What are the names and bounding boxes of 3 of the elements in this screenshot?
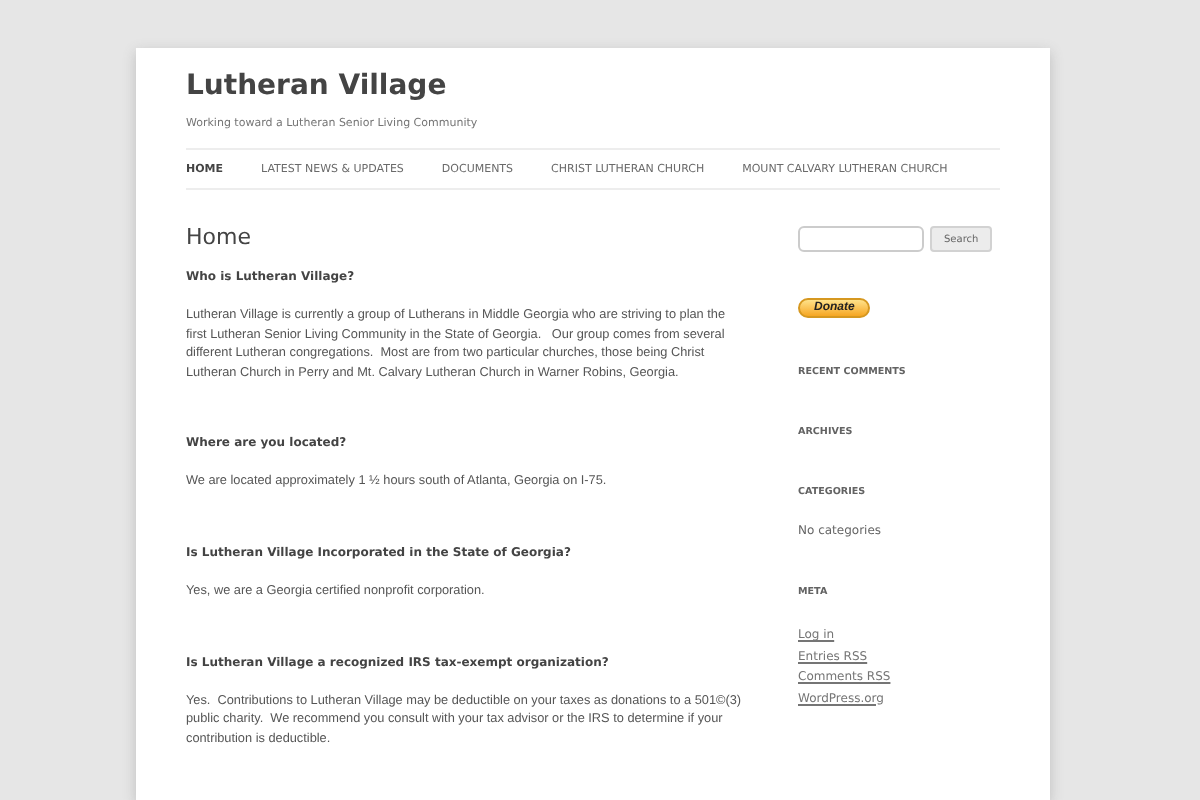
site-title[interactable]: Lutheran Village bbox=[186, 70, 1000, 102]
page-title: Home bbox=[186, 226, 253, 250]
search-field[interactable] bbox=[798, 226, 924, 252]
